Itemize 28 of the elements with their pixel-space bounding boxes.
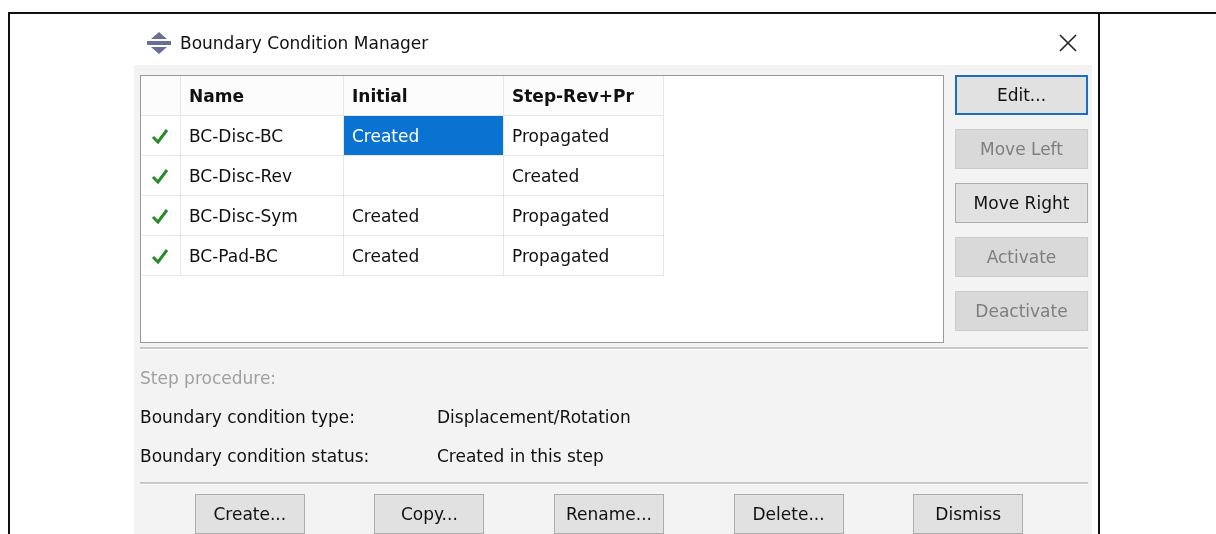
dialog-button[interactable]: Copy... (374, 494, 485, 534)
side-button[interactable]: Move Right (955, 183, 1088, 223)
detail-label: Step procedure: (140, 368, 278, 388)
table-cell[interactable]: BC-Disc-Rev (181, 156, 344, 196)
detail-value: Displacement/Rotation (437, 407, 631, 427)
side-button[interactable]: Edit... (955, 75, 1088, 115)
app-icon (146, 30, 172, 55)
detail-value: Created in this step (437, 446, 604, 466)
table-cell[interactable]: Created (344, 116, 504, 156)
detail-label: Boundary condition status: (140, 446, 371, 466)
column-header[interactable]: Initial (344, 76, 504, 116)
window-title: Boundary Condition Manager (180, 32, 430, 53)
table-cell[interactable]: BC-Pad-BC (181, 236, 344, 276)
table-cell[interactable]: Propagated (504, 236, 664, 276)
table-cell[interactable]: Created (344, 196, 504, 236)
table-cell[interactable]: Propagated (504, 196, 664, 236)
column-header[interactable]: Step-Rev+Pr (504, 76, 664, 116)
table-cell[interactable]: Created (504, 156, 664, 196)
dialog-button[interactable]: Rename... (554, 494, 664, 534)
table-cell[interactable]: Created (344, 236, 504, 276)
close-icon[interactable] (1058, 32, 1078, 53)
dialog-button[interactable]: Create... (194, 494, 305, 534)
detail-label: Boundary condition type: (140, 407, 356, 427)
table-cell[interactable]: Propagated (504, 116, 664, 156)
dialog-button[interactable]: Dismiss (913, 494, 1024, 534)
column-header[interactable]: Name (181, 76, 344, 116)
dialog-button[interactable]: Delete... (733, 494, 844, 534)
table-cell[interactable]: BC-Disc-Sym (181, 196, 344, 236)
